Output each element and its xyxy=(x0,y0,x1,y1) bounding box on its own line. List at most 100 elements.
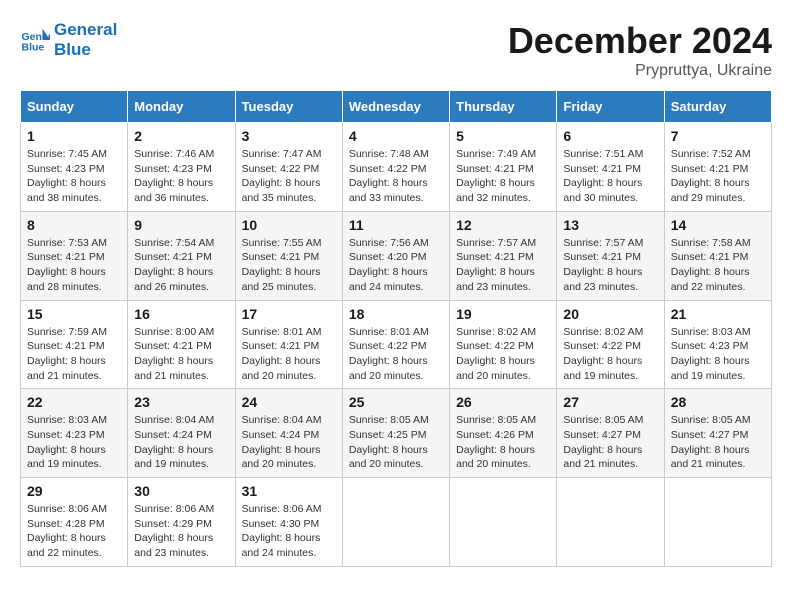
day-number: 4 xyxy=(349,128,443,144)
logo-general: General xyxy=(54,20,117,39)
day-number: 20 xyxy=(563,306,657,322)
logo-blue: Blue xyxy=(54,40,91,59)
day-info: Sunrise: 8:06 AM Sunset: 4:29 PM Dayligh… xyxy=(134,502,228,561)
calendar-cell: 24 Sunrise: 8:04 AM Sunset: 4:24 PM Dayli… xyxy=(235,389,342,478)
calendar-cell: 13Sunrise: 7:57 AM Sunset: 4:21 PM Dayli… xyxy=(557,211,664,300)
weekday-header-monday: Monday xyxy=(128,91,235,123)
calendar-cell: 6 Sunrise: 7:51 AM Sunset: 4:21 PM Daylig… xyxy=(557,123,664,212)
day-number: 5 xyxy=(456,128,550,144)
day-number: 31 xyxy=(242,483,336,499)
weekday-header-wednesday: Wednesday xyxy=(342,91,449,123)
day-info: Sunrise: 7:51 AM Sunset: 4:21 PM Dayligh… xyxy=(563,147,657,206)
day-info: Sunrise: 8:03 AM Sunset: 4:23 PM Dayligh… xyxy=(27,413,121,472)
calendar-cell: 7 Sunrise: 7:52 AM Sunset: 4:21 PM Daylig… xyxy=(664,123,771,212)
day-info: Sunrise: 7:54 AM Sunset: 4:21 PM Dayligh… xyxy=(134,236,228,295)
day-number: 27 xyxy=(563,394,657,410)
day-number: 23 xyxy=(134,394,228,410)
day-info: Sunrise: 8:05 AM Sunset: 4:25 PM Dayligh… xyxy=(349,413,443,472)
calendar-cell xyxy=(557,478,664,567)
calendar-week-row: 1Sunrise: 7:45 AM Sunset: 4:23 PM Daylig… xyxy=(21,123,772,212)
page-header: General Blue General Blue December 2024 … xyxy=(20,20,772,80)
calendar-cell: 31 Sunrise: 8:06 AM Sunset: 4:30 PM Dayli… xyxy=(235,478,342,567)
day-info: Sunrise: 7:46 AM Sunset: 4:23 PM Dayligh… xyxy=(134,147,228,206)
calendar-cell: 4 Sunrise: 7:48 AM Sunset: 4:22 PM Daylig… xyxy=(342,123,449,212)
day-info: Sunrise: 7:57 AM Sunset: 4:21 PM Dayligh… xyxy=(456,236,550,295)
calendar-cell: 21 Sunrise: 8:03 AM Sunset: 4:23 PM Dayli… xyxy=(664,300,771,389)
day-number: 12 xyxy=(456,217,550,233)
calendar-cell: 8Sunrise: 7:53 AM Sunset: 4:21 PM Daylig… xyxy=(21,211,128,300)
day-info: Sunrise: 8:04 AM Sunset: 4:24 PM Dayligh… xyxy=(242,413,336,472)
day-info: Sunrise: 7:47 AM Sunset: 4:22 PM Dayligh… xyxy=(242,147,336,206)
day-number: 21 xyxy=(671,306,765,322)
day-number: 18 xyxy=(349,306,443,322)
day-info: Sunrise: 7:58 AM Sunset: 4:21 PM Dayligh… xyxy=(671,236,765,295)
day-info: Sunrise: 8:00 AM Sunset: 4:21 PM Dayligh… xyxy=(134,325,228,384)
calendar-cell: 12 Sunrise: 7:57 AM Sunset: 4:21 PM Dayli… xyxy=(450,211,557,300)
calendar-header-row: SundayMondayTuesdayWednesdayThursdayFrid… xyxy=(21,91,772,123)
calendar-cell: 27 Sunrise: 8:05 AM Sunset: 4:27 PM Dayli… xyxy=(557,389,664,478)
day-info: Sunrise: 7:52 AM Sunset: 4:21 PM Dayligh… xyxy=(671,147,765,206)
calendar-cell: 26 Sunrise: 8:05 AM Sunset: 4:26 PM Dayli… xyxy=(450,389,557,478)
calendar-week-row: 22 Sunrise: 8:03 AM Sunset: 4:23 PM Dayli… xyxy=(21,389,772,478)
day-info: Sunrise: 8:05 AM Sunset: 4:27 PM Dayligh… xyxy=(671,413,765,472)
day-number: 28 xyxy=(671,394,765,410)
calendar-cell: 9 Sunrise: 7:54 AM Sunset: 4:21 PM Daylig… xyxy=(128,211,235,300)
day-number: 26 xyxy=(456,394,550,410)
calendar-cell: 17Sunrise: 8:01 AM Sunset: 4:21 PM Dayli… xyxy=(235,300,342,389)
day-number: 7 xyxy=(671,128,765,144)
calendar-cell: 19 Sunrise: 8:02 AM Sunset: 4:22 PM Dayli… xyxy=(450,300,557,389)
calendar-week-row: 29Sunrise: 8:06 AM Sunset: 4:28 PM Dayli… xyxy=(21,478,772,567)
calendar-cell xyxy=(664,478,771,567)
day-info: Sunrise: 8:01 AM Sunset: 4:21 PM Dayligh… xyxy=(242,325,336,384)
calendar-cell: 16 Sunrise: 8:00 AM Sunset: 4:21 PM Dayli… xyxy=(128,300,235,389)
day-info: Sunrise: 7:57 AM Sunset: 4:21 PM Dayligh… xyxy=(563,236,657,295)
day-info: Sunrise: 7:49 AM Sunset: 4:21 PM Dayligh… xyxy=(456,147,550,206)
day-number: 16 xyxy=(134,306,228,322)
day-number: 9 xyxy=(134,217,228,233)
day-info: Sunrise: 8:02 AM Sunset: 4:22 PM Dayligh… xyxy=(456,325,550,384)
day-info: Sunrise: 8:02 AM Sunset: 4:22 PM Dayligh… xyxy=(563,325,657,384)
calendar-cell: 2 Sunrise: 7:46 AM Sunset: 4:23 PM Daylig… xyxy=(128,123,235,212)
day-number: 15 xyxy=(27,306,121,322)
calendar-cell: 23 Sunrise: 8:04 AM Sunset: 4:24 PM Dayli… xyxy=(128,389,235,478)
month-title: December 2024 xyxy=(508,20,772,62)
calendar-cell: 11 Sunrise: 7:56 AM Sunset: 4:20 PM Dayli… xyxy=(342,211,449,300)
day-number: 19 xyxy=(456,306,550,322)
calendar-cell: 20 Sunrise: 8:02 AM Sunset: 4:22 PM Dayli… xyxy=(557,300,664,389)
day-number: 2 xyxy=(134,128,228,144)
title-block: December 2024 Prypruttya, Ukraine xyxy=(508,20,772,80)
day-info: Sunrise: 8:06 AM Sunset: 4:28 PM Dayligh… xyxy=(27,502,121,561)
day-number: 25 xyxy=(349,394,443,410)
day-info: Sunrise: 7:53 AM Sunset: 4:21 PM Dayligh… xyxy=(27,236,121,295)
day-info: Sunrise: 8:04 AM Sunset: 4:24 PM Dayligh… xyxy=(134,413,228,472)
calendar-cell: 25 Sunrise: 8:05 AM Sunset: 4:25 PM Dayli… xyxy=(342,389,449,478)
day-info: Sunrise: 7:59 AM Sunset: 4:21 PM Dayligh… xyxy=(27,325,121,384)
calendar-cell: 28 Sunrise: 8:05 AM Sunset: 4:27 PM Dayli… xyxy=(664,389,771,478)
day-info: Sunrise: 8:05 AM Sunset: 4:27 PM Dayligh… xyxy=(563,413,657,472)
day-info: Sunrise: 7:56 AM Sunset: 4:20 PM Dayligh… xyxy=(349,236,443,295)
day-number: 6 xyxy=(563,128,657,144)
calendar-cell: 29Sunrise: 8:06 AM Sunset: 4:28 PM Dayli… xyxy=(21,478,128,567)
day-info: Sunrise: 8:03 AM Sunset: 4:23 PM Dayligh… xyxy=(671,325,765,384)
day-number: 22 xyxy=(27,394,121,410)
day-number: 11 xyxy=(349,217,443,233)
weekday-header-tuesday: Tuesday xyxy=(235,91,342,123)
day-info: Sunrise: 8:05 AM Sunset: 4:26 PM Dayligh… xyxy=(456,413,550,472)
day-info: Sunrise: 8:06 AM Sunset: 4:30 PM Dayligh… xyxy=(242,502,336,561)
day-number: 14 xyxy=(671,217,765,233)
calendar-table: SundayMondayTuesdayWednesdayThursdayFrid… xyxy=(20,90,772,567)
day-info: Sunrise: 8:01 AM Sunset: 4:22 PM Dayligh… xyxy=(349,325,443,384)
day-number: 3 xyxy=(242,128,336,144)
calendar-cell xyxy=(450,478,557,567)
calendar-cell: 15 Sunrise: 7:59 AM Sunset: 4:21 PM Dayli… xyxy=(21,300,128,389)
weekday-header-friday: Friday xyxy=(557,91,664,123)
location-subtitle: Prypruttya, Ukraine xyxy=(508,62,772,80)
weekday-header-saturday: Saturday xyxy=(664,91,771,123)
calendar-cell: 3 Sunrise: 7:47 AM Sunset: 4:22 PM Daylig… xyxy=(235,123,342,212)
weekday-header-thursday: Thursday xyxy=(450,91,557,123)
day-info: Sunrise: 7:48 AM Sunset: 4:22 PM Dayligh… xyxy=(349,147,443,206)
day-info: Sunrise: 7:45 AM Sunset: 4:23 PM Dayligh… xyxy=(27,147,121,206)
calendar-cell: 22 Sunrise: 8:03 AM Sunset: 4:23 PM Dayli… xyxy=(21,389,128,478)
calendar-cell: 14 Sunrise: 7:58 AM Sunset: 4:21 PM Dayli… xyxy=(664,211,771,300)
day-number: 24 xyxy=(242,394,336,410)
